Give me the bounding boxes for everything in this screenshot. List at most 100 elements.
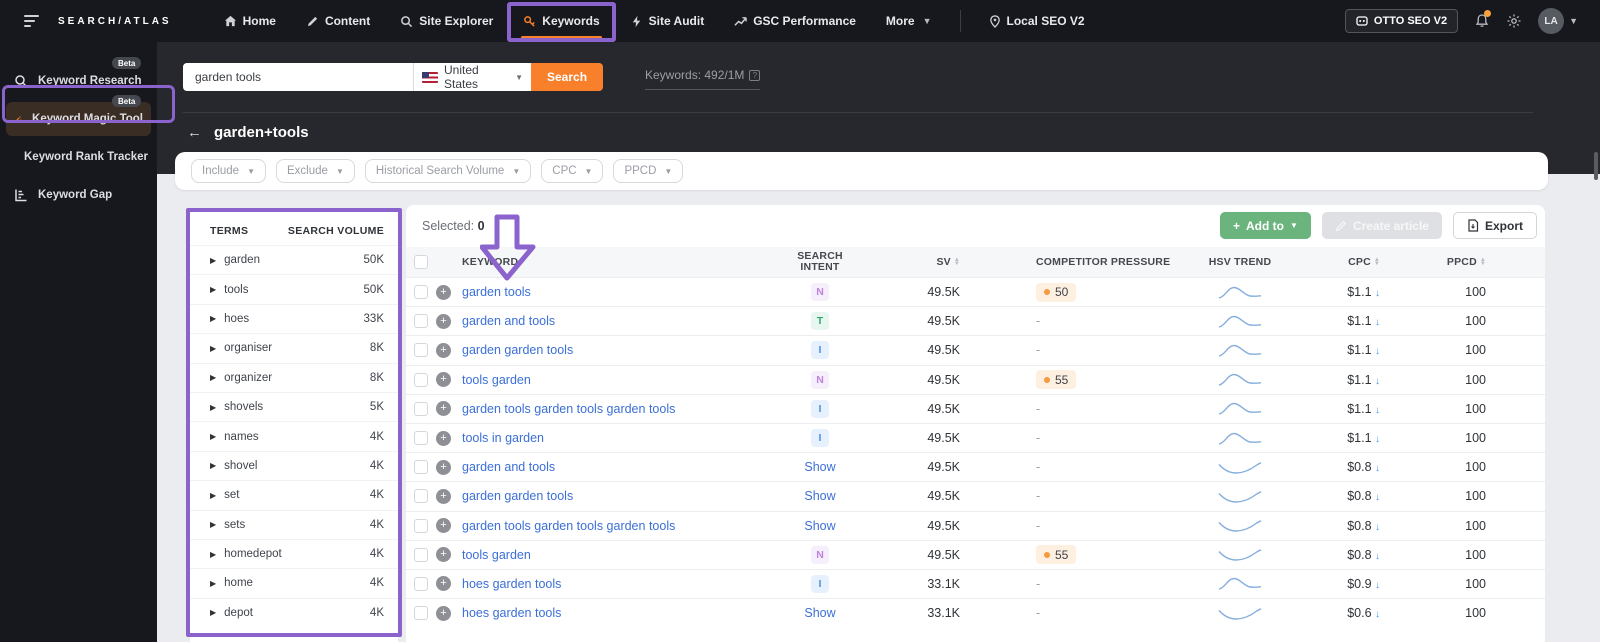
expand-caret-icon[interactable]: ▶ — [210, 491, 216, 500]
nav-item-site-explorer[interactable]: Site Explorer — [388, 0, 505, 42]
term-row[interactable]: ▶depot4K — [190, 598, 398, 627]
expand-caret-icon[interactable]: ▶ — [210, 461, 216, 470]
filter-exclude[interactable]: Exclude▼ — [276, 159, 355, 183]
col-competitor-pressure[interactable]: COMPETITOR PRESSURE — [960, 256, 1190, 268]
row-checkbox[interactable] — [414, 606, 428, 620]
nav-item-home[interactable]: Home — [212, 0, 288, 42]
row-checkbox[interactable] — [414, 431, 428, 445]
info-icon[interactable]: ? — [749, 70, 760, 81]
add-keyword-icon[interactable]: + — [436, 576, 451, 591]
add-to-button[interactable]: + Add to ▼ — [1220, 212, 1311, 239]
keyword-link[interactable]: garden garden tools — [462, 343, 573, 357]
add-keyword-icon[interactable]: + — [436, 489, 451, 504]
term-row[interactable]: ▶shovels5K — [190, 392, 398, 421]
add-keyword-icon[interactable]: + — [436, 518, 451, 533]
search-button[interactable]: Search — [531, 63, 603, 91]
sidebar-item-keyword-gap[interactable]: Keyword Gap — [6, 178, 151, 212]
nav-item-gsc-performance[interactable]: GSC Performance — [722, 0, 868, 42]
term-row[interactable]: ▶sets4K — [190, 510, 398, 539]
notifications-button[interactable] — [1474, 13, 1490, 29]
term-row[interactable]: ▶shovel4K — [190, 451, 398, 480]
col-keyword[interactable]: KEYWORD — [462, 256, 765, 268]
add-keyword-icon[interactable]: + — [436, 372, 451, 387]
keyword-link[interactable]: hoes garden tools — [462, 577, 561, 591]
add-keyword-icon[interactable]: + — [436, 431, 451, 446]
term-row[interactable]: ▶tools50K — [190, 274, 398, 303]
row-checkbox[interactable] — [414, 548, 428, 562]
col-search-intent[interactable]: SEARCHINTENT — [765, 251, 875, 273]
term-row[interactable]: ▶home4K — [190, 568, 398, 597]
col-hsv-trend[interactable]: HSV TREND — [1190, 256, 1290, 268]
expand-caret-icon[interactable]: ▶ — [210, 608, 216, 617]
expand-caret-icon[interactable]: ▶ — [210, 432, 216, 441]
keyword-link[interactable]: garden and tools — [462, 460, 555, 474]
term-row[interactable]: ▶names4K — [190, 421, 398, 450]
sort-icon[interactable]: ▲▼ — [1480, 258, 1486, 267]
col-sv[interactable]: SV▲▼ — [875, 256, 960, 268]
add-keyword-icon[interactable]: + — [436, 314, 451, 329]
show-intent-link[interactable]: Show — [804, 519, 835, 533]
nav-item-more[interactable]: More ▼ — [874, 0, 944, 42]
otto-seo-button[interactable]: OTTO SEO V2 — [1345, 9, 1458, 33]
scrollbar-thumb[interactable] — [1594, 152, 1598, 180]
nav-item-local-seo[interactable]: Local SEO V2 — [977, 0, 1097, 42]
select-all-checkbox[interactable] — [414, 255, 428, 269]
keyword-link[interactable]: tools garden — [462, 373, 531, 387]
show-intent-link[interactable]: Show — [804, 606, 835, 620]
row-checkbox[interactable] — [414, 285, 428, 299]
add-keyword-icon[interactable]: + — [436, 285, 451, 300]
nav-item-keywords[interactable]: Keywords — [511, 0, 611, 42]
expand-caret-icon[interactable]: ▶ — [210, 314, 216, 323]
sidebar-item-keyword-research[interactable]: Keyword Research Beta — [6, 64, 151, 98]
user-menu[interactable]: LA ▼ — [1538, 8, 1578, 34]
row-checkbox[interactable] — [414, 343, 428, 357]
sidebar-item-keyword-magic-tool[interactable]: Keyword Magic Tool Beta — [6, 102, 151, 136]
expand-caret-icon[interactable]: ▶ — [210, 256, 216, 265]
keyword-link[interactable]: garden and tools — [462, 314, 555, 328]
settings-button[interactable] — [1506, 13, 1522, 29]
term-row[interactable]: ▶hoes33K — [190, 304, 398, 333]
expand-caret-icon[interactable]: ▶ — [210, 520, 216, 529]
add-keyword-icon[interactable]: + — [436, 547, 451, 562]
term-row[interactable]: ▶homedepot4K — [190, 539, 398, 568]
term-row[interactable]: ▶organiser8K — [190, 333, 398, 362]
back-button[interactable]: ← — [187, 124, 202, 141]
row-checkbox[interactable] — [414, 314, 428, 328]
row-checkbox[interactable] — [414, 402, 428, 416]
expand-caret-icon[interactable]: ▶ — [210, 403, 216, 412]
add-keyword-icon[interactable]: + — [436, 401, 451, 416]
expand-caret-icon[interactable]: ▶ — [210, 579, 216, 588]
expand-caret-icon[interactable]: ▶ — [210, 344, 216, 353]
filter-historical-search-volume[interactable]: Historical Search Volume▼ — [365, 159, 531, 183]
show-intent-link[interactable]: Show — [804, 460, 835, 474]
keyword-link[interactable]: garden tools — [462, 285, 531, 299]
term-row[interactable]: ▶garden50K — [190, 245, 398, 274]
row-checkbox[interactable] — [414, 489, 428, 503]
keyword-link[interactable]: hoes garden tools — [462, 606, 561, 620]
expand-caret-icon[interactable]: ▶ — [210, 550, 216, 559]
nav-item-content[interactable]: Content — [294, 0, 382, 42]
nav-item-site-audit[interactable]: Site Audit — [618, 0, 717, 42]
row-checkbox[interactable] — [414, 519, 428, 533]
keyword-link[interactable]: garden garden tools — [462, 489, 573, 503]
col-cpc[interactable]: CPC▲▼ — [1290, 256, 1380, 268]
row-checkbox[interactable] — [414, 460, 428, 474]
expand-caret-icon[interactable]: ▶ — [210, 285, 216, 294]
export-button[interactable]: Export — [1453, 212, 1537, 239]
keyword-search-input[interactable] — [183, 63, 413, 91]
keyword-link[interactable]: tools garden — [462, 548, 531, 562]
col-ppcd[interactable]: PPCD▲▼ — [1380, 256, 1490, 268]
keyword-link[interactable]: tools in garden — [462, 431, 544, 445]
keyword-link[interactable]: garden tools garden tools garden tools — [462, 402, 675, 416]
row-checkbox[interactable] — [414, 373, 428, 387]
filter-cpc[interactable]: CPC▼ — [541, 159, 603, 183]
country-select[interactable]: United States ▼ — [413, 63, 531, 91]
term-row[interactable]: ▶set4K — [190, 480, 398, 509]
add-keyword-icon[interactable]: + — [436, 606, 451, 621]
add-keyword-icon[interactable]: + — [436, 343, 451, 358]
term-row[interactable]: ▶organizer8K — [190, 363, 398, 392]
sidebar-item-keyword-rank-tracker[interactable]: Keyword Rank Tracker — [6, 140, 151, 174]
add-keyword-icon[interactable]: + — [436, 460, 451, 475]
menu-icon[interactable] — [24, 15, 42, 27]
show-intent-link[interactable]: Show — [804, 489, 835, 503]
